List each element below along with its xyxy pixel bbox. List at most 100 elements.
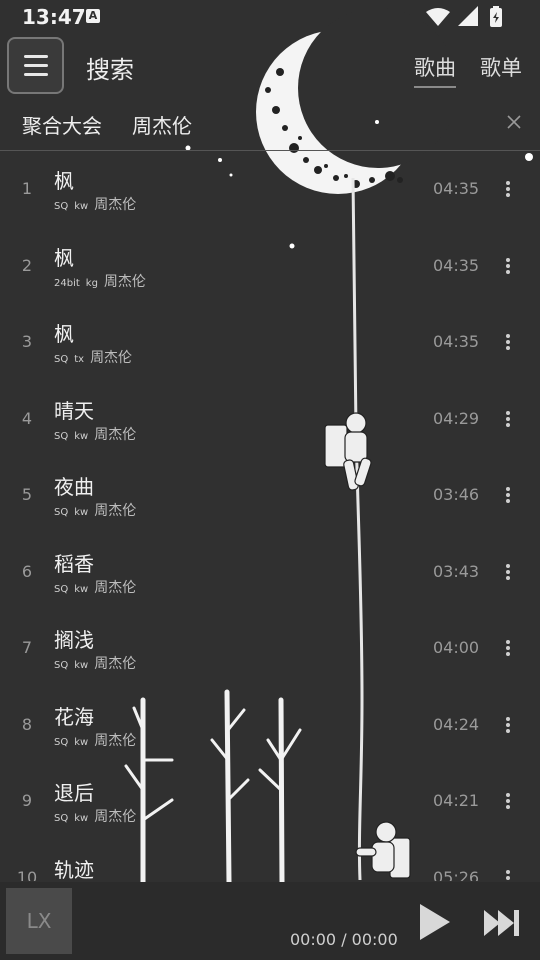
song-row[interactable]: 9 退后 SQ kw 周杰伦 04:21 xyxy=(0,763,540,839)
menu-button[interactable] xyxy=(7,37,64,94)
song-duration: 04:35 xyxy=(433,179,480,198)
song-title: 花海 xyxy=(54,705,94,729)
play-icon xyxy=(420,904,450,940)
song-meta: SQ kw 周杰伦 xyxy=(54,194,136,214)
song-row[interactable]: 4 晴天 SQ kw 周杰伦 04:29 xyxy=(0,381,540,457)
quality-badge: SQ xyxy=(54,431,69,442)
song-index: 8 xyxy=(21,715,33,734)
album-cover[interactable]: LX xyxy=(6,888,72,954)
song-row[interactable]: 1 枫 SQ kw 周杰伦 04:35 xyxy=(0,151,540,227)
song-row[interactable]: 10 轨迹 05:26 xyxy=(0,840,540,881)
more-options-button[interactable] xyxy=(498,713,518,737)
song-artist: 周杰伦 xyxy=(90,350,133,366)
song-index: 10 xyxy=(16,868,38,881)
song-duration: 03:46 xyxy=(433,485,480,504)
search-input[interactable]: 周杰伦 xyxy=(132,110,192,139)
signal-icon xyxy=(458,6,478,26)
quality-badge: SQ xyxy=(54,354,69,365)
source-selector[interactable]: 聚合大会 xyxy=(22,110,102,139)
more-options-button[interactable] xyxy=(498,636,518,660)
song-title: 轨迹 xyxy=(54,858,94,881)
song-artist: 周杰伦 xyxy=(94,809,137,825)
quality-badge: SQ xyxy=(54,201,69,212)
song-title: 晴天 xyxy=(54,399,94,423)
more-options-button[interactable] xyxy=(498,483,518,507)
song-duration: 04:29 xyxy=(433,409,480,428)
song-meta: SQ kw 周杰伦 xyxy=(54,500,136,520)
song-title: 枫 xyxy=(54,169,74,193)
song-index: 4 xyxy=(21,409,33,428)
page-title: 搜索 xyxy=(86,56,134,84)
more-options-button[interactable] xyxy=(498,407,518,431)
more-options-button[interactable] xyxy=(498,254,518,278)
source-badge: kw xyxy=(74,660,89,671)
player-bar: LX 00:00 / 00:00 xyxy=(0,882,540,960)
more-options-button[interactable] xyxy=(498,330,518,354)
more-options-button[interactable] xyxy=(498,789,518,813)
more-options-button[interactable] xyxy=(498,560,518,584)
quality-badge: SQ xyxy=(54,584,69,595)
playback-time: 00:00 / 00:00 xyxy=(290,930,398,949)
song-meta: SQ tx 周杰伦 xyxy=(54,347,132,367)
song-index: 7 xyxy=(21,638,33,657)
song-title: 枫 xyxy=(54,322,74,346)
more-options-button[interactable] xyxy=(498,866,518,881)
song-duration: 04:21 xyxy=(433,791,480,810)
status-clock: 13:47 xyxy=(22,5,86,29)
source-badge: kw xyxy=(74,431,89,442)
source-badge: kw xyxy=(74,584,89,595)
song-artist: 周杰伦 xyxy=(94,656,137,672)
song-duration: 04:35 xyxy=(433,256,480,275)
song-title: 夜曲 xyxy=(54,475,94,499)
song-row[interactable]: 2 枫 24bit kg 周杰伦 04:35 xyxy=(0,228,540,304)
song-row[interactable]: 8 花海 SQ kw 周杰伦 04:24 xyxy=(0,687,540,763)
status-icons xyxy=(426,6,502,27)
quality-badge: SQ xyxy=(54,813,69,824)
song-title: 退后 xyxy=(54,781,94,805)
song-index: 2 xyxy=(21,256,33,275)
song-row[interactable]: 5 夜曲 SQ kw 周杰伦 03:46 xyxy=(0,457,540,533)
next-button[interactable] xyxy=(482,906,522,940)
song-meta: SQ kw 周杰伦 xyxy=(54,730,136,750)
quality-badge: SQ xyxy=(54,507,69,518)
play-button[interactable] xyxy=(414,902,454,942)
song-artist: 周杰伦 xyxy=(94,580,137,596)
quality-badge: 24bit xyxy=(54,278,80,289)
song-row[interactable]: 7 搁浅 SQ kw 周杰伦 04:00 xyxy=(0,610,540,686)
song-duration: 03:43 xyxy=(433,562,480,581)
status-bar: 13:47 A xyxy=(0,0,540,34)
song-meta: 24bit kg 周杰伦 xyxy=(54,271,146,291)
song-artist: 周杰伦 xyxy=(103,274,146,290)
song-meta: SQ kw 周杰伦 xyxy=(54,806,136,826)
song-list: 1 枫 SQ kw 周杰伦 04:35 2 枫 24bit kg 周杰伦 04:35 3… xyxy=(0,151,540,881)
wifi-icon xyxy=(426,8,450,26)
song-meta: SQ kw 周杰伦 xyxy=(54,653,136,673)
song-duration: 04:35 xyxy=(433,332,480,351)
source-badge: kg xyxy=(85,278,98,289)
clear-search-button[interactable] xyxy=(502,110,526,134)
more-options-button[interactable] xyxy=(498,177,518,201)
source-badge: kw xyxy=(74,507,89,518)
song-artist: 周杰伦 xyxy=(94,197,137,213)
source-badge: kw xyxy=(74,201,89,212)
song-artist: 周杰伦 xyxy=(94,427,137,443)
song-row[interactable]: 3 枫 SQ tx 周杰伦 04:35 xyxy=(0,304,540,380)
song-index: 6 xyxy=(21,562,33,581)
source-badge: kw xyxy=(74,737,89,748)
tab-playlists[interactable]: 歌单 xyxy=(480,52,522,82)
skip-next-icon xyxy=(484,910,519,936)
source-badge: tx xyxy=(74,354,85,365)
tab-songs[interactable]: 歌曲 xyxy=(414,52,456,88)
song-index: 5 xyxy=(21,485,33,504)
song-meta: SQ kw 周杰伦 xyxy=(54,577,136,597)
song-title: 稻香 xyxy=(54,552,94,576)
quality-badge: SQ xyxy=(54,660,69,671)
app-notification-icon: A xyxy=(86,9,100,23)
song-duration: 04:00 xyxy=(433,638,480,657)
quality-badge: SQ xyxy=(54,737,69,748)
song-duration: 04:24 xyxy=(433,715,480,734)
song-index: 3 xyxy=(21,332,33,351)
song-row[interactable]: 6 稻香 SQ kw 周杰伦 03:43 xyxy=(0,534,540,610)
battery-icon xyxy=(490,6,502,27)
song-meta: SQ kw 周杰伦 xyxy=(54,424,136,444)
